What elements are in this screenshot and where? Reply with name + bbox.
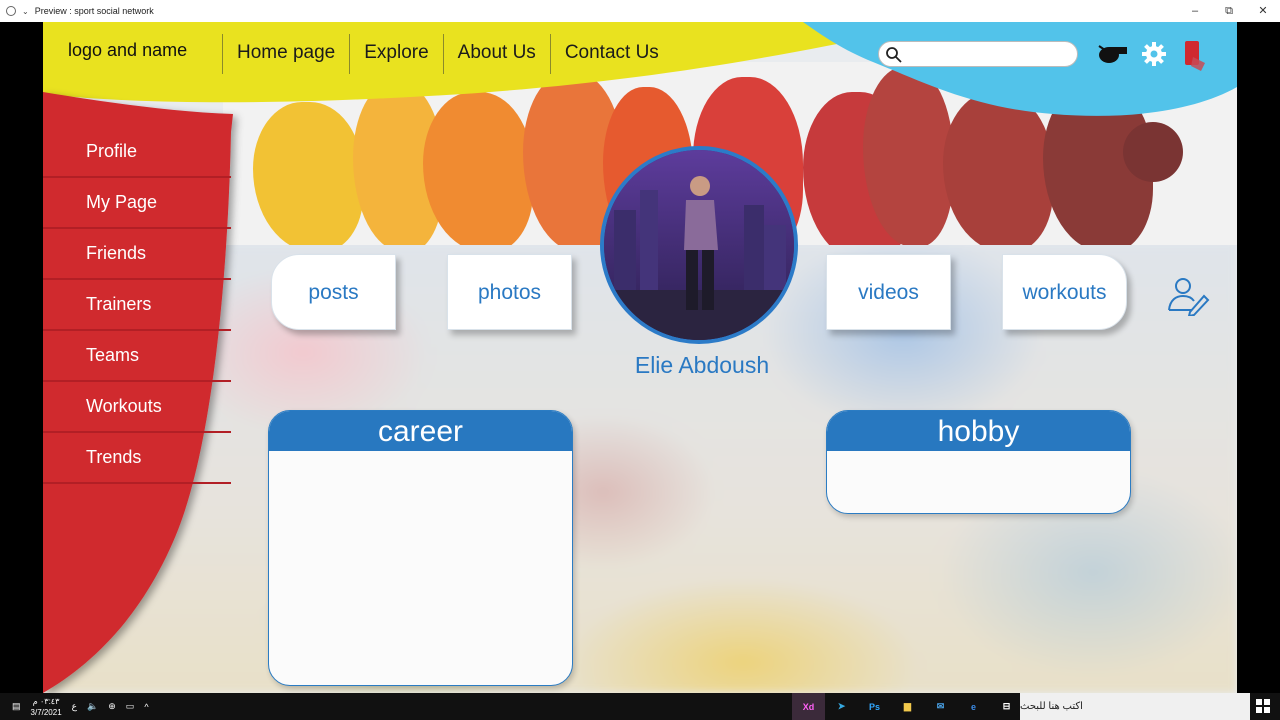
hobby-card: hobby: [826, 410, 1131, 514]
maximize-button[interactable]: ⧉: [1212, 0, 1246, 22]
avatar-image: [604, 150, 794, 340]
app-icon: [6, 6, 16, 16]
sidebar-item-workouts[interactable]: Workouts: [43, 382, 231, 433]
notification-icon[interactable]: ▤: [12, 701, 21, 712]
taskbar-app-xd[interactable]: Xd: [792, 693, 825, 720]
sidebar-menu: Profile My Page Friends Trainers Teams W…: [43, 127, 231, 484]
sidebar-item-friends[interactable]: Friends: [43, 229, 231, 280]
chevron-down-icon[interactable]: ⌄: [22, 7, 29, 16]
edit-profile-icon[interactable]: [1166, 274, 1210, 316]
career-card-title: career: [269, 411, 572, 451]
nav-explore[interactable]: Explore: [349, 34, 442, 74]
search-icon: [886, 47, 902, 63]
sidebar-item-trends[interactable]: Trends: [43, 433, 231, 484]
window-title: Preview : sport social network: [34, 6, 154, 16]
profile-name: Elie Abdoush: [634, 352, 770, 378]
windows-start-icon[interactable]: [1256, 699, 1270, 715]
chevron-up-icon[interactable]: ^: [144, 702, 148, 712]
network-icon[interactable]: ⊕: [108, 701, 116, 712]
close-window-button[interactable]: ✕: [1246, 0, 1280, 22]
mail-icon[interactable]: ✉: [924, 693, 957, 720]
whistle-icon[interactable]: [1095, 40, 1129, 66]
nav-about[interactable]: About Us: [442, 34, 550, 74]
hobby-card-title: hobby: [827, 411, 1130, 451]
logout-icon[interactable]: [1183, 39, 1209, 73]
sidebar-item-teams[interactable]: Teams: [43, 331, 231, 382]
letterbox-left: [0, 22, 43, 693]
tab-posts[interactable]: posts: [271, 254, 396, 330]
minimize-button[interactable]: –: [1178, 0, 1212, 22]
tab-workouts[interactable]: workouts: [1002, 254, 1127, 330]
taskbar-search[interactable]: اكتب هنا للبحث: [1020, 693, 1250, 720]
tab-videos[interactable]: videos: [826, 254, 951, 330]
career-card: career: [268, 410, 573, 686]
gear-icon[interactable]: [1141, 41, 1167, 67]
sidebar-item-my-page[interactable]: My Page: [43, 178, 231, 229]
clock[interactable]: ٠٣:٤٣ م 3/7/2021: [31, 696, 62, 718]
task-view-icon[interactable]: ⊟: [990, 693, 1023, 720]
os-taskbar: ▤ ٠٣:٤٣ م 3/7/2021 ع 🔈 ⊕ ▭ ^ Xd ➤ Ps ▆ ✉…: [0, 693, 1280, 720]
tab-photos[interactable]: photos: [447, 254, 572, 330]
telegram-icon[interactable]: ➤: [825, 693, 858, 720]
clock-date: 3/7/2021: [30, 707, 62, 717]
battery-icon[interactable]: ▭: [126, 701, 135, 712]
letterbox-right: [1237, 22, 1280, 693]
app-canvas: logo and name Home page Explore About Us…: [43, 22, 1237, 693]
window-titlebar: ⌄ Preview : sport social network – ⧉ ✕: [0, 0, 1280, 22]
edge-icon[interactable]: e: [957, 693, 990, 720]
taskbar-app-ps[interactable]: Ps: [858, 693, 891, 720]
folder-icon[interactable]: ▆: [891, 693, 924, 720]
nav-contact[interactable]: Contact Us: [549, 34, 673, 74]
search-input[interactable]: [909, 45, 1069, 63]
clock-time: ٠٣:٤٣ م: [32, 696, 60, 706]
volume-icon[interactable]: 🔈: [87, 701, 98, 712]
sidebar-item-trainers[interactable]: Trainers: [43, 280, 231, 331]
search-box: [878, 41, 1078, 67]
language-indicator[interactable]: ع: [72, 701, 77, 712]
sidebar-item-profile[interactable]: Profile: [43, 127, 231, 178]
profile-avatar[interactable]: [600, 146, 798, 344]
top-navigation: Home page Explore About Us Contact Us: [222, 34, 673, 74]
